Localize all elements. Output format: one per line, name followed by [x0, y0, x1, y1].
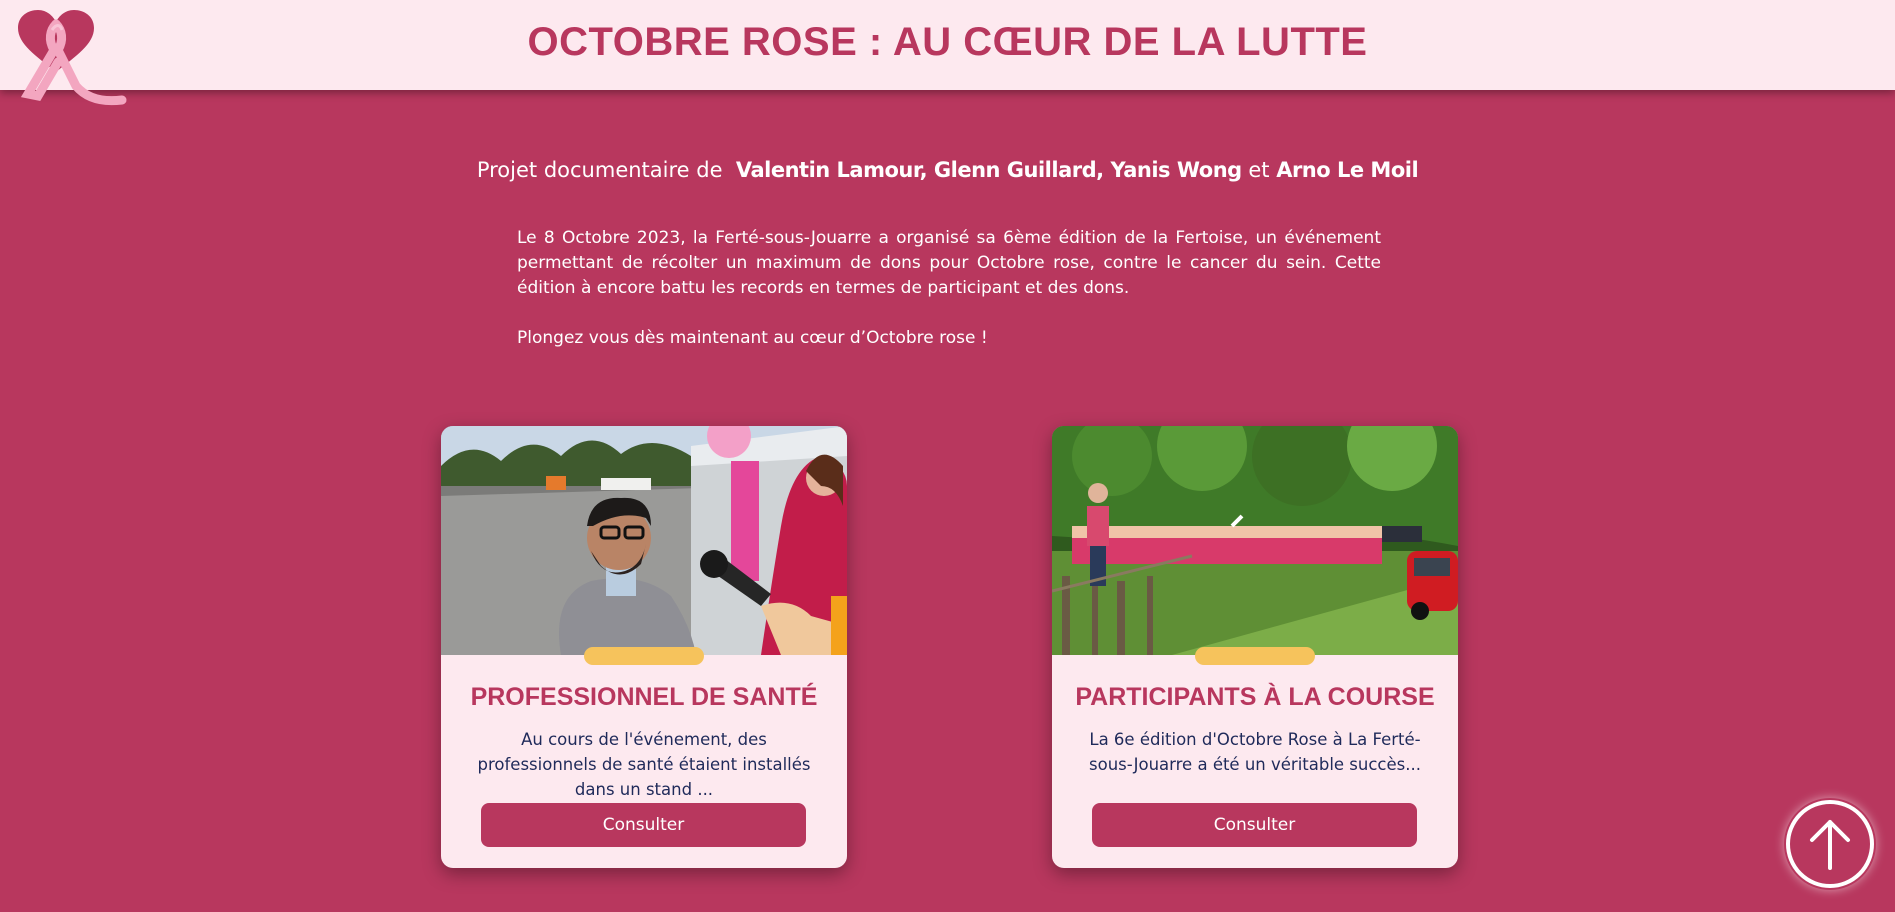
author-name: Yanis Wong [1110, 158, 1242, 182]
card-accent-pill [584, 647, 704, 665]
scroll-to-top-button[interactable] [1784, 798, 1876, 890]
arrow-up-icon [1786, 800, 1874, 888]
consult-button[interactable]: Consulter [481, 803, 806, 847]
card-excerpt: La 6e édition d'Octobre Rose à La Ferté-… [1089, 730, 1421, 774]
card-title: PROFESSIONNEL DE SANTÉ [470, 683, 818, 711]
credits-prefix: Projet documentaire de [476, 158, 723, 182]
author-conjunction: et [1241, 158, 1277, 182]
author-separator: , [919, 158, 934, 182]
author-name: Valentin Lamour [735, 158, 920, 182]
card-title: PARTICIPANTS À LA COURSE [1075, 683, 1435, 711]
card-health-professionals: PROFESSIONNEL DE SANTÉ Au cours de l'évé… [441, 426, 847, 868]
author-name: Glenn Guillard [933, 158, 1097, 182]
project-credits: Projet documentaire de Valentin Lamour, … [0, 158, 1895, 182]
author-name: Arno Le Moil [1276, 158, 1419, 182]
site-header: OCTOBRE ROSE : AU CŒUR DE LA LUTTE [0, 0, 1895, 90]
intro-paragraph: Le 8 Octobre 2023, la Ferté-sous-Jouarre… [517, 228, 1381, 298]
race-participants-photo [1052, 426, 1458, 655]
card-race-participants: PARTICIPANTS À LA COURSE La 6e édition d… [1052, 426, 1458, 868]
card-accent-pill [1195, 647, 1315, 665]
card-excerpt: Au cours de l'événement, des professionn… [477, 730, 811, 799]
page-title: OCTOBRE ROSE : AU CŒUR DE LA LUTTE [527, 20, 1368, 64]
interview-photo [441, 426, 847, 655]
pink-ribbon-heart-logo[interactable] [16, 10, 128, 110]
intro-call-to-action: Plongez vous dès maintenant au cœur d’Oc… [517, 328, 988, 348]
consult-button[interactable]: Consulter [1092, 803, 1417, 847]
author-separator: , [1096, 158, 1111, 182]
